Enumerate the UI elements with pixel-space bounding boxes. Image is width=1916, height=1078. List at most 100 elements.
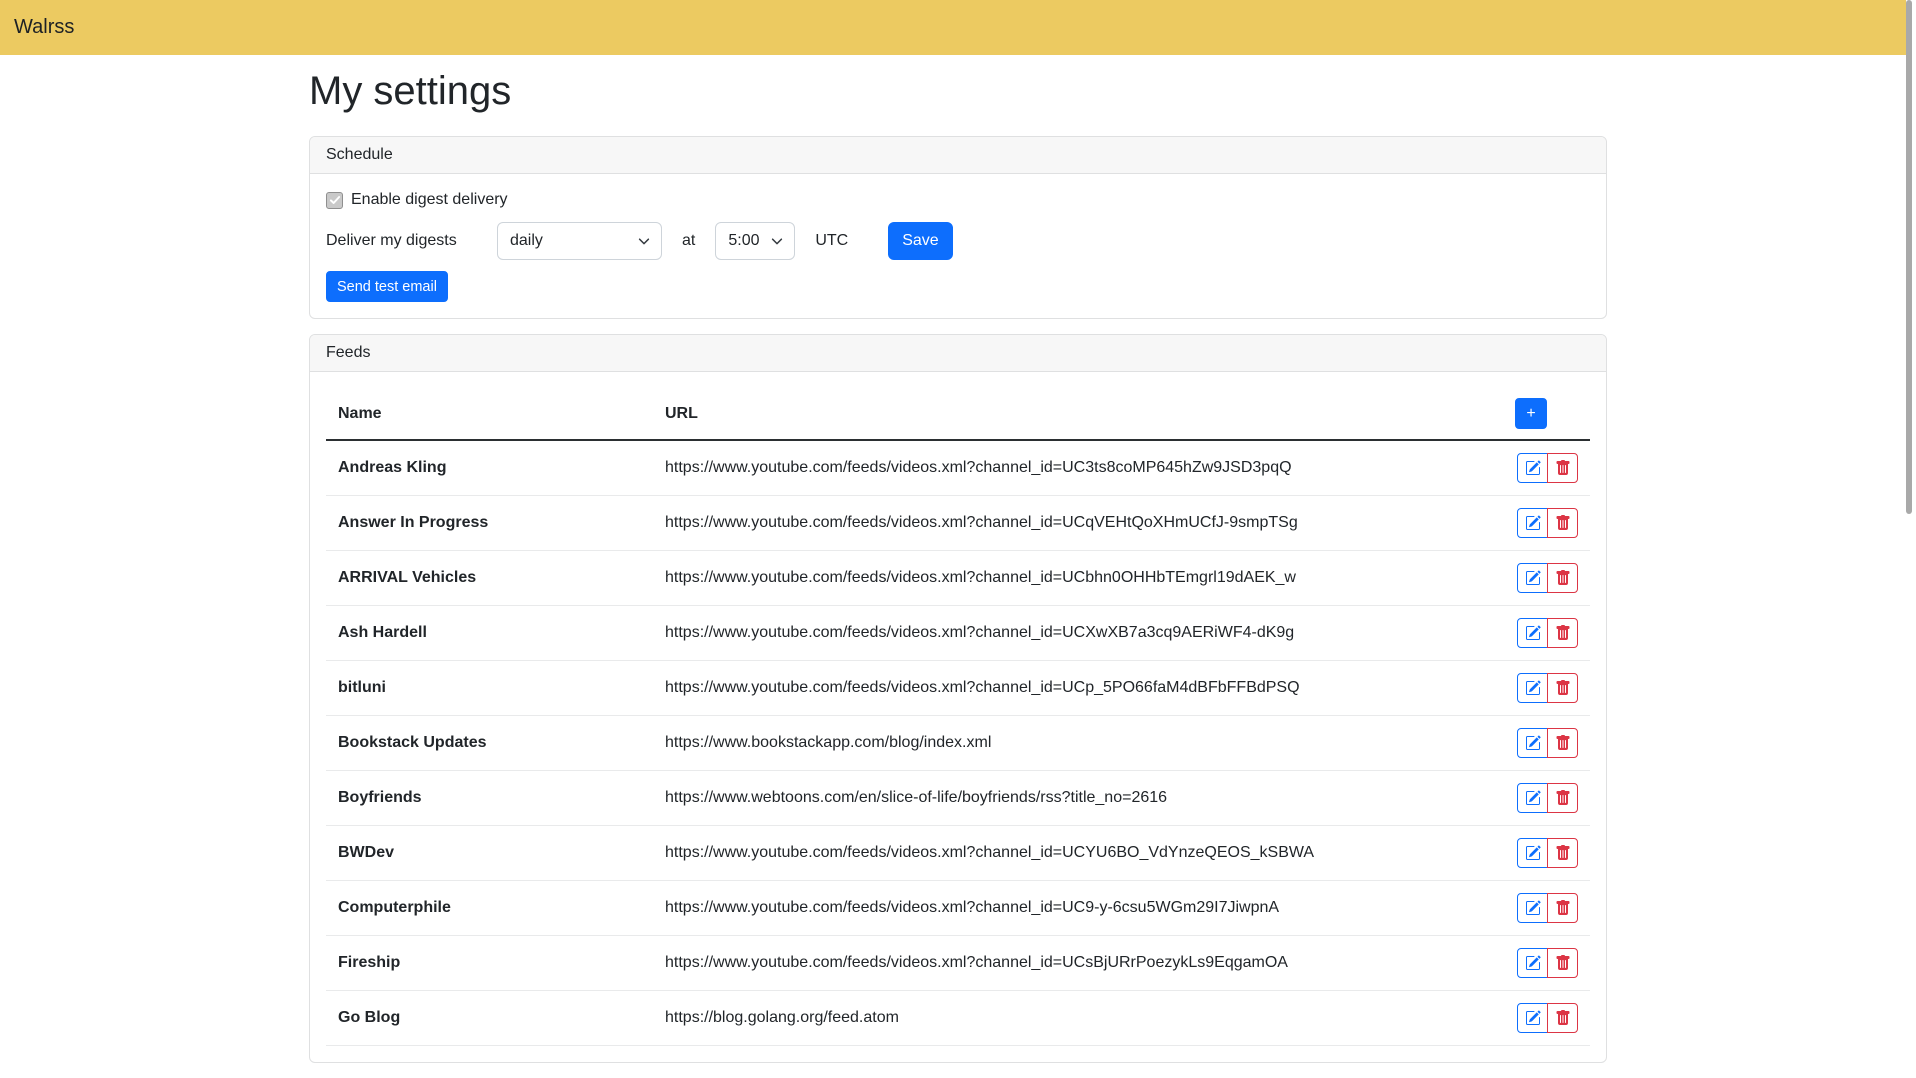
feed-row: Answer In Progress https://www.youtube.c… [326, 496, 1590, 551]
feed-name: Andreas Kling [326, 440, 653, 496]
edit-feed-button[interactable] [1517, 948, 1548, 978]
feed-actions [1517, 563, 1578, 593]
edit-feed-button[interactable] [1517, 673, 1548, 703]
feed-name: Answer In Progress [326, 496, 653, 551]
pencil-square-icon [1525, 1010, 1541, 1026]
feed-actions [1517, 728, 1578, 758]
trash-icon [1555, 790, 1571, 806]
feeds-card-body: Name URL + Andreas Kling https://www.you… [310, 372, 1606, 1062]
delete-feed-button[interactable] [1547, 728, 1578, 758]
schedule-card-body: Enable digest delivery Deliver my digest… [310, 174, 1606, 318]
time-select[interactable]: 5:00 [715, 222, 795, 260]
delete-feed-button[interactable] [1547, 618, 1578, 648]
delete-feed-button[interactable] [1547, 453, 1578, 483]
feed-name: Ash Hardell [326, 606, 653, 661]
edit-feed-button[interactable] [1517, 618, 1548, 648]
pencil-square-icon [1525, 900, 1541, 916]
feed-name: Bookstack Updates [326, 716, 653, 771]
save-button[interactable]: Save [888, 222, 952, 260]
feed-url: https://www.youtube.com/feeds/videos.xml… [653, 606, 1490, 661]
pencil-square-icon [1525, 790, 1541, 806]
trash-icon [1555, 625, 1571, 641]
trash-icon [1555, 735, 1571, 751]
check-icon [329, 194, 341, 206]
feeds-table-header-row: Name URL + [326, 388, 1590, 440]
feed-url: https://www.youtube.com/feeds/videos.xml… [653, 826, 1490, 881]
app-brand[interactable]: Walrss [14, 16, 74, 39]
edit-feed-button[interactable] [1517, 508, 1548, 538]
delete-feed-button[interactable] [1547, 673, 1578, 703]
trash-icon [1555, 515, 1571, 531]
edit-feed-button[interactable] [1517, 728, 1548, 758]
feed-row: Computerphile https://www.youtube.com/fe… [326, 881, 1590, 936]
edit-feed-button[interactable] [1517, 563, 1548, 593]
delete-feed-button[interactable] [1547, 893, 1578, 923]
column-header-actions: + [1490, 388, 1590, 440]
feed-row: Go Blog https://blog.golang.org/feed.ato… [326, 991, 1590, 1046]
schedule-card: Schedule Enable digest delivery Deliver … [309, 136, 1607, 319]
deliver-label: Deliver my digests [326, 232, 497, 250]
send-test-email-button[interactable]: Send test email [326, 271, 448, 302]
main-content: My settings Schedule Enable digest deliv… [309, 55, 1607, 1078]
feed-url: https://blog.golang.org/feed.atom [653, 991, 1490, 1046]
feed-actions [1517, 508, 1578, 538]
pencil-square-icon [1525, 845, 1541, 861]
delete-feed-button[interactable] [1547, 1003, 1578, 1033]
feed-url: https://www.youtube.com/feeds/videos.xml… [653, 551, 1490, 606]
delete-feed-button[interactable] [1547, 563, 1578, 593]
feed-row: Andreas Kling https://www.youtube.com/fe… [326, 440, 1590, 496]
navbar: Walrss [0, 0, 1906, 55]
pencil-square-icon [1525, 680, 1541, 696]
trash-icon [1555, 845, 1571, 861]
feed-actions [1517, 783, 1578, 813]
frequency-value: daily [510, 232, 543, 250]
edit-feed-button[interactable] [1517, 453, 1548, 483]
feed-actions [1517, 618, 1578, 648]
feed-url: https://www.bookstackapp.com/blog/index.… [653, 716, 1490, 771]
feed-name: Boyfriends [326, 771, 653, 826]
feed-row: bitluni https://www.youtube.com/feeds/vi… [326, 661, 1590, 716]
enable-digest-checkbox[interactable] [326, 192, 343, 209]
feed-url: https://www.webtoons.com/en/slice-of-lif… [653, 771, 1490, 826]
feed-url: https://www.youtube.com/feeds/videos.xml… [653, 881, 1490, 936]
schedule-card-header: Schedule [310, 137, 1606, 174]
frequency-select[interactable]: daily [497, 222, 662, 260]
feed-url: https://www.youtube.com/feeds/videos.xml… [653, 496, 1490, 551]
feed-name: bitluni [326, 661, 653, 716]
add-feed-button[interactable]: + [1515, 398, 1547, 429]
feed-row: Boyfriends https://www.webtoons.com/en/s… [326, 771, 1590, 826]
enable-digest-label[interactable]: Enable digest delivery [351, 191, 508, 209]
edit-feed-button[interactable] [1517, 783, 1548, 813]
enable-digest-row: Enable digest delivery [326, 191, 1590, 209]
pencil-square-icon [1525, 515, 1541, 531]
trash-icon [1555, 460, 1571, 476]
feed-row: Fireship https://www.youtube.com/feeds/v… [326, 936, 1590, 991]
delete-feed-button[interactable] [1547, 948, 1578, 978]
feed-row: Bookstack Updates https://www.bookstacka… [326, 716, 1590, 771]
trash-icon [1555, 1010, 1571, 1026]
feed-actions [1517, 453, 1578, 483]
edit-feed-button[interactable] [1517, 893, 1548, 923]
page-scrollbar[interactable] [1906, 0, 1912, 514]
feed-url: https://www.youtube.com/feeds/videos.xml… [653, 936, 1490, 991]
feed-row: ARRIVAL Vehicles https://www.youtube.com… [326, 551, 1590, 606]
delete-feed-button[interactable] [1547, 838, 1578, 868]
trash-icon [1555, 955, 1571, 971]
column-header-url: URL [653, 388, 1490, 440]
delete-feed-button[interactable] [1547, 783, 1578, 813]
trash-icon [1555, 570, 1571, 586]
edit-feed-button[interactable] [1517, 1003, 1548, 1033]
feed-name: ARRIVAL Vehicles [326, 551, 653, 606]
chevron-down-icon [770, 234, 784, 248]
feed-name: Computerphile [326, 881, 653, 936]
delete-feed-button[interactable] [1547, 508, 1578, 538]
feed-actions [1517, 893, 1578, 923]
feeds-card: Feeds Name URL + Andreas Kling https://w… [309, 334, 1607, 1063]
chevron-down-icon [637, 234, 651, 248]
feed-row: BWDev https://www.youtube.com/feeds/vide… [326, 826, 1590, 881]
time-value: 5:00 [728, 232, 759, 250]
feed-name: BWDev [326, 826, 653, 881]
feed-actions [1517, 948, 1578, 978]
at-label: at [682, 232, 695, 250]
edit-feed-button[interactable] [1517, 838, 1548, 868]
